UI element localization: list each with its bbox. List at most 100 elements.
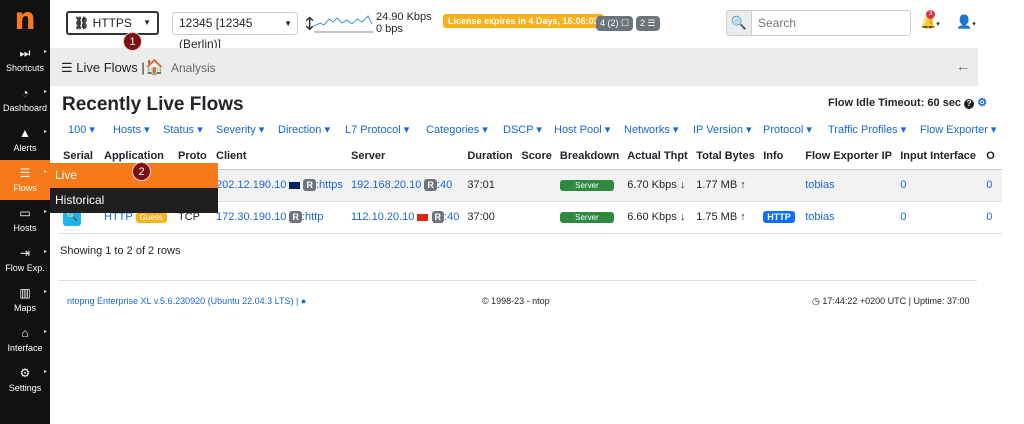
- col-info[interactable]: Info: [759, 143, 802, 170]
- filter-traffic-profiles[interactable]: Traffic Profiles ▾: [828, 123, 906, 136]
- ntop-logo[interactable]: n: [0, 0, 50, 40]
- home-icon[interactable]: 🏠: [145, 58, 164, 76]
- client-link[interactable]: 202.12.190.10: [216, 179, 286, 191]
- breadcrumb-section-label: Live Flows: [76, 60, 138, 75]
- breadcrumb-live-flows[interactable]: ☰ Live Flows |: [61, 60, 145, 76]
- filter-ip-version[interactable]: IP Version ▾: [693, 123, 752, 136]
- github-icon[interactable]: ●: [301, 296, 306, 306]
- filter-dscp[interactable]: DSCP ▾: [503, 123, 542, 136]
- idle-timeout: Flow Idle Timeout: 60 sec ? ⚙: [828, 96, 987, 109]
- col-output-interface[interactable]: O: [982, 143, 1003, 170]
- breadcrumb: ☰ Live Flows | 🏠 Analysis ←: [50, 48, 978, 86]
- exporter-link[interactable]: tobias: [805, 211, 834, 223]
- search-icon[interactable]: 🔍: [726, 10, 752, 36]
- sidebar-item-shortcuts[interactable]: ▸ ⏭ Shortcuts: [0, 40, 50, 80]
- fast-forward-icon: ⏭: [19, 46, 31, 60]
- footer-version[interactable]: ntopng Enterprise XL v.5.6.230920 (Ubunt…: [67, 296, 306, 306]
- footer-divider: [59, 280, 977, 281]
- warning-icon: ▲: [19, 126, 31, 140]
- cell-info: [759, 169, 802, 202]
- filter-hosts[interactable]: Hosts ▾: [113, 123, 150, 136]
- http-badge[interactable]: HTTP: [763, 211, 795, 223]
- help-icon[interactable]: ?: [964, 99, 975, 109]
- sidebar-item-label: Flow Exp.: [5, 263, 45, 273]
- sidebar-item-dashboard[interactable]: ▸ ◔ Dashboard: [0, 80, 50, 120]
- sidebar-item-flows[interactable]: ▸ ☰ Flows: [0, 160, 50, 200]
- sidebar-item-flow-exporters[interactable]: ▸ ⇥ Flow Exp.: [0, 240, 50, 280]
- breakdown-bar: Server: [559, 212, 614, 223]
- sidebar-item-maps[interactable]: ▸ ▥ Maps: [0, 280, 50, 320]
- filter-bar: 100 ▾ Hosts ▾ Status ▾ Severity ▾ Direct…: [68, 123, 998, 137]
- cell-output-interface: 0: [982, 169, 1003, 202]
- active-hosts-badge[interactable]: 4 (2) ☐: [596, 16, 634, 31]
- license-badge[interactable]: License expires in 4 Days, 16:06:03: [443, 14, 604, 28]
- filter-host-pool[interactable]: Host Pool ▾: [554, 123, 610, 136]
- server-port-link[interactable]: :40: [437, 179, 452, 191]
- col-input-interface[interactable]: Input Interface: [896, 143, 983, 170]
- cell-breakdown: Server: [555, 169, 624, 202]
- submenu-item-historical[interactable]: Historical: [50, 188, 218, 213]
- col-duration[interactable]: Duration: [463, 143, 518, 170]
- server-link[interactable]: 192.168.20.10: [351, 179, 421, 191]
- cell-input-interface: 0: [896, 169, 983, 202]
- server-link[interactable]: 112.10.20.10: [351, 211, 414, 223]
- server-port-link[interactable]: :40: [444, 211, 459, 223]
- sidebar-item-label: Flows: [13, 183, 37, 193]
- laptop-icon: ▭: [19, 206, 31, 220]
- cell-client: 202.12.190.10 R:https: [212, 169, 347, 202]
- cell-score: [517, 201, 556, 234]
- cell-client: 172.30.190.10 R:http: [212, 201, 347, 234]
- throughput-sparkline: ↕: [302, 14, 374, 35]
- client-port-link[interactable]: :https: [316, 179, 343, 191]
- bell-icon[interactable]: 🔔 3 ▾: [920, 10, 940, 30]
- remote-badge: R: [289, 211, 302, 223]
- input-interface-link[interactable]: 0: [900, 179, 906, 191]
- filter-networks[interactable]: Networks ▾: [624, 123, 678, 136]
- client-link[interactable]: 172.30.190.10: [216, 211, 286, 223]
- sidebar-item-settings[interactable]: ▸ ⚙ Settings: [0, 360, 50, 400]
- active-flows-badge[interactable]: 2 ☰: [636, 16, 660, 31]
- col-flow-exporter-ip[interactable]: Flow Exporter IP: [801, 143, 897, 170]
- cell-actual-thpt: 6.70 Kbps ↓: [623, 169, 693, 202]
- sidebar-item-label: Settings: [8, 383, 42, 393]
- filter-flow-exporter[interactable]: Flow Exporter ▾: [920, 123, 996, 136]
- gear-icon[interactable]: ⚙: [977, 97, 987, 109]
- user-icon[interactable]: 👤▾: [956, 14, 976, 30]
- col-client[interactable]: Client: [212, 143, 347, 170]
- search-input[interactable]: [751, 10, 911, 36]
- sidebar-item-interface[interactable]: ▸ ⌂ Interface: [0, 320, 50, 360]
- sidebar-item-hosts[interactable]: ▸ ▭ Hosts: [0, 200, 50, 240]
- col-actual-thpt[interactable]: Actual Thpt: [623, 143, 693, 170]
- filter-categories[interactable]: Categories ▾: [426, 123, 488, 136]
- back-arrow-icon[interactable]: ←: [956, 58, 970, 74]
- map-icon: ▥: [19, 286, 31, 300]
- output-interface-link[interactable]: 0: [986, 211, 992, 223]
- client-port-link[interactable]: :http: [302, 211, 323, 223]
- throughput-down: 0 bps: [376, 23, 403, 35]
- filter-rows-per-page[interactable]: 100 ▾: [68, 123, 95, 136]
- idle-timeout-label: Flow Idle Timeout: 60 sec: [828, 97, 962, 109]
- col-total-bytes[interactable]: Total Bytes: [692, 143, 760, 170]
- filter-direction[interactable]: Direction ▾: [278, 123, 330, 136]
- throughput-widget[interactable]: ↕ 24.90 Kbps 0 bps: [302, 10, 450, 36]
- filter-severity[interactable]: Severity ▾: [216, 123, 264, 136]
- input-interface-link[interactable]: 0: [900, 211, 906, 223]
- filter-status[interactable]: Status ▾: [163, 123, 203, 136]
- output-interface-link[interactable]: 0: [986, 179, 992, 191]
- sidebar-item-label: Maps: [13, 303, 36, 313]
- menu-icon: ☰: [19, 166, 31, 180]
- sidebar-item-label: Dashboard: [2, 103, 48, 113]
- exporter-link[interactable]: tobias: [805, 179, 834, 191]
- flag-icon: [289, 181, 301, 189]
- pagination-info: Showing 1 to 2 of 2 rows: [60, 245, 181, 257]
- guess-badge: Guess: [135, 212, 167, 223]
- col-score[interactable]: Score: [517, 143, 556, 170]
- col-breakdown[interactable]: Breakdown: [555, 143, 624, 170]
- sidebar-item-alerts[interactable]: ▸ ▲ Alerts: [0, 120, 50, 160]
- host-pool-select[interactable]: 12345 [12345 (Berlin)] ▼: [172, 12, 298, 51]
- filter-protocol[interactable]: Protocol ▾: [763, 123, 812, 136]
- interface-select[interactable]: ⛓ HTTPS ▼: [66, 11, 159, 35]
- filter-l7-protocol[interactable]: L7 Protocol ▾: [345, 123, 409, 136]
- col-server[interactable]: Server: [347, 143, 464, 170]
- gauge-icon: ◔: [21, 86, 29, 100]
